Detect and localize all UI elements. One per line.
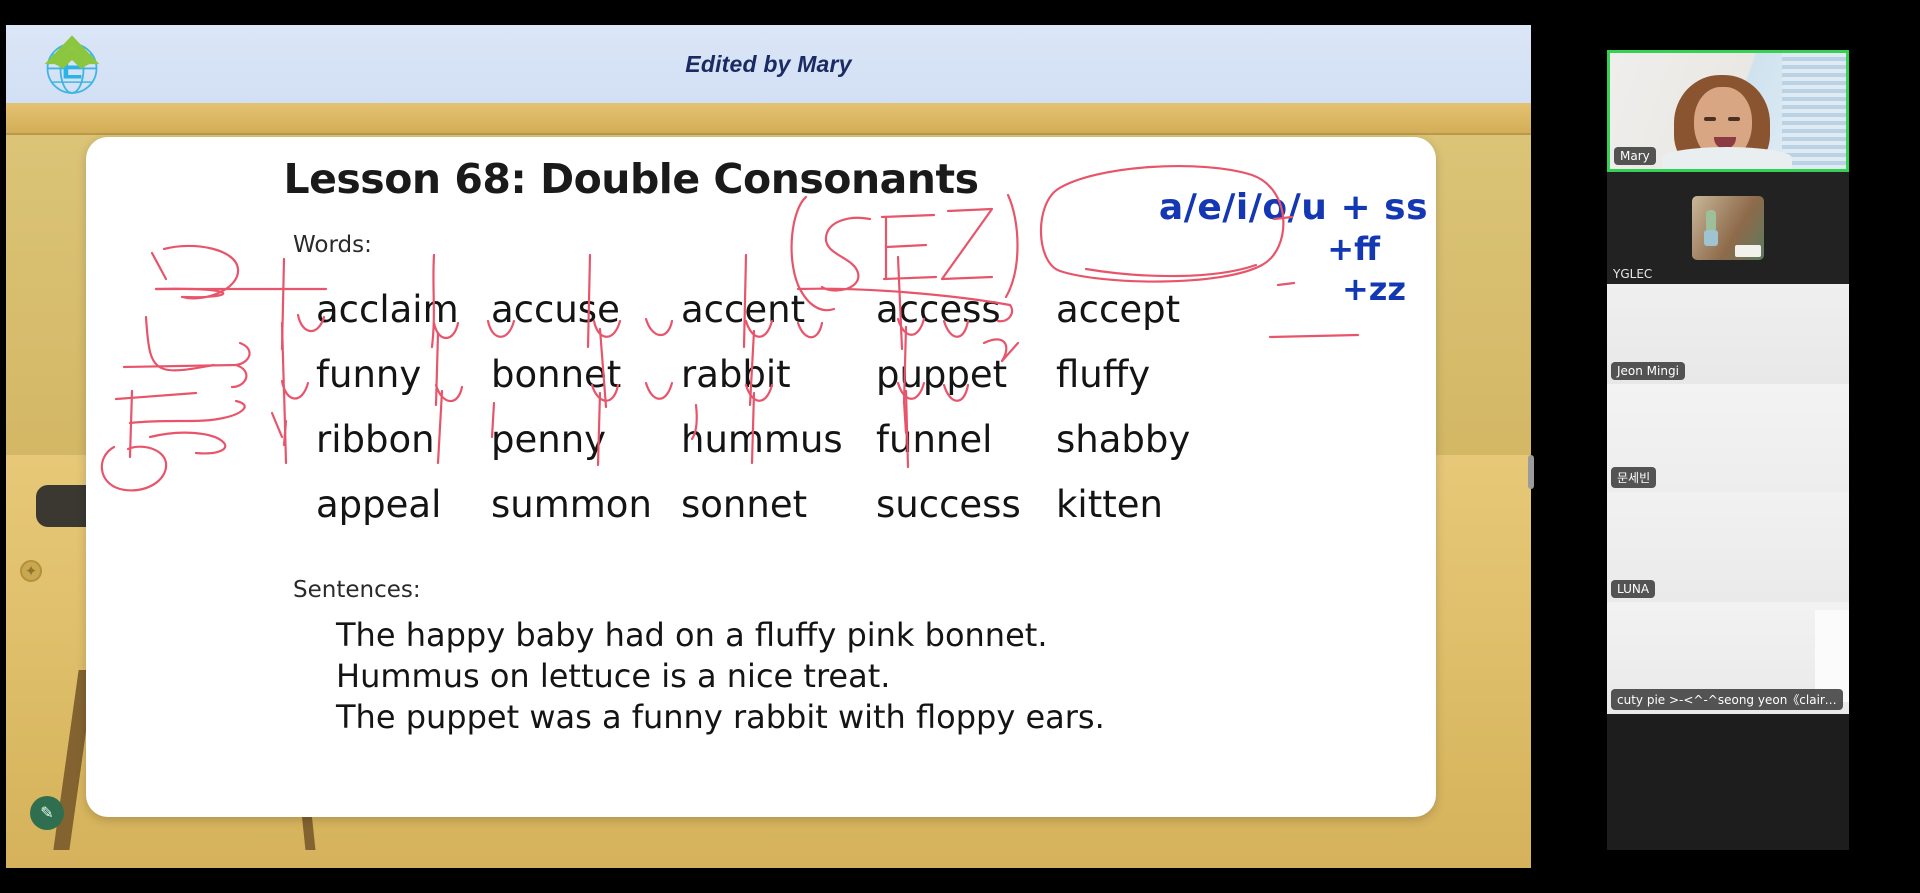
participant-video-rail: Mary YGLEC Jeon Mingi 문세빈 LUNA cuty pie … [1607,50,1849,850]
word-item: accent [681,288,806,331]
word-item: sonnet [681,483,808,526]
participant-tile-yglec[interactable]: YGLEC [1607,172,1849,284]
vowel-rule-annotation: a/e/i/o/u + ss +ff +zz [1159,187,1428,308]
word-item: access [876,288,1001,331]
participant-name-label: cuty pie >-<^-^seong yeon《claire》 [1611,689,1844,710]
word-item: fluffy [1056,353,1151,396]
word-item: penny [491,418,607,461]
word-row: funny bonnet rabbit puppet fluffy [316,342,1336,407]
participant-name-label: LUNA [1611,580,1656,598]
participant-tile-luna[interactable]: LUNA [1607,492,1849,602]
lesson-slide[interactable]: Lesson 68: Double Consonants Words: accl… [86,137,1436,817]
eye [1728,117,1740,121]
rule-line-zz: +zz [1341,270,1406,308]
word-item: bonnet [491,353,622,396]
word-item: rabbit [681,353,791,396]
participant-name-label: Mary [1614,147,1656,165]
word-item: kitten [1056,483,1163,526]
yglec-globe-logo-icon: E [44,35,100,94]
word-item: success [876,483,1021,526]
participant-shoulders [1662,147,1792,169]
participant-tile-mary[interactable]: Mary [1607,50,1849,172]
word-item: hummus [681,418,843,461]
presentation-header: E Edited by Mary [6,25,1531,103]
sentence-item: Hummus on lettuce is a nice treat. [336,656,891,695]
participant-tile-cuty-pie[interactable]: cuty pie >-<^-^seong yeon《claire》 [1607,602,1849,714]
screen-root: ✦ ✦ ✦ ✦ E Edite [0,0,1920,893]
sentences-section-label: Sentences: [293,577,421,603]
sentences-list: The happy baby had on a fluffy pink bonn… [336,615,1336,738]
word-item: acclaim [316,288,459,331]
word-item: funnel [876,418,993,461]
words-section-label: Words: [293,232,372,258]
window-blinds [1782,53,1846,169]
words-grid: acclaim accuse accent access accept funn… [316,277,1336,537]
eye [1704,117,1716,121]
word-item: appeal [316,483,442,526]
pen-tool-button[interactable]: ✎ [30,796,64,830]
slide-title: Lesson 68: Double Consonants [283,155,979,203]
word-item: shabby [1056,418,1191,461]
panel-drag-handle[interactable] [1528,455,1534,489]
plant-decoration [1706,210,1716,232]
rule-line-ss: a/e/i/o/u + ss [1158,187,1428,228]
participant-name-label: YGLEC [1613,267,1653,281]
shared-screen-stage[interactable]: ✦ ✦ ✦ ✦ E Edite [6,25,1531,868]
participant-tile-jeon-mingi[interactable]: Jeon Mingi [1607,284,1849,384]
word-row: appeal summon sonnet success kitten [316,472,1336,537]
rule-line-ff: +ff [1327,230,1380,268]
word-item: funny [316,353,422,396]
word-item: summon [491,483,652,526]
bus-top-trim [6,103,1531,135]
sentence-item: The happy baby had on a fluffy pink bonn… [336,616,1048,654]
name-card-decoration [1735,245,1761,257]
screw-icon: ✦ [20,560,42,582]
word-item: ribbon [316,418,435,461]
vase-decoration [1704,230,1718,246]
sentence-item: The puppet was a funny rabbit with flopp… [336,697,1105,736]
participant-name-label: 문세빈 [1611,467,1657,488]
word-item: accuse [491,288,620,331]
word-item: puppet [876,353,1008,396]
word-row: ribbon penny hummus funnel shabby [316,407,1336,472]
video-thumbnail [1692,196,1764,260]
participant-tile-mun-sebin[interactable]: 문세빈 [1607,384,1849,492]
participant-name-label: Jeon Mingi [1611,362,1685,380]
page-title: Edited by Mary [685,50,852,77]
